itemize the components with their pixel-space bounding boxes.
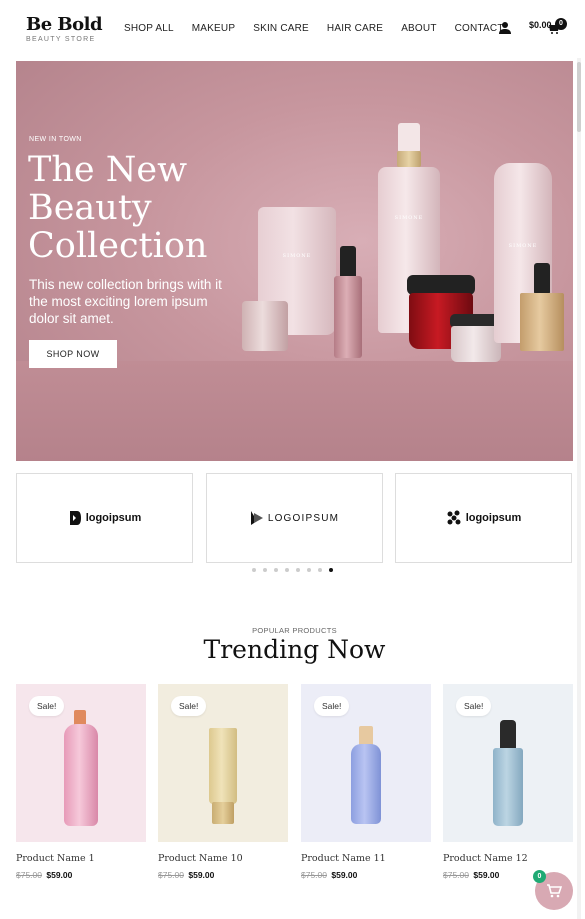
spray-body (351, 744, 381, 824)
dropper-body (493, 748, 523, 826)
product-dropper-bottle-image (334, 246, 362, 358)
cart-total[interactable]: $0.00 (529, 12, 552, 39)
nav-about[interactable]: ABOUT (401, 23, 436, 34)
nav-makeup[interactable]: MAKEUP (192, 23, 235, 34)
nav-contact[interactable]: CONTACT (455, 23, 504, 34)
product-image[interactable]: Sale! (301, 684, 431, 842)
product-brand-label: SIMONE (282, 253, 312, 259)
section-eyebrow: POPULAR PRODUCTS (252, 626, 337, 635)
sale-badge: Sale! (314, 696, 350, 716)
carousel-dot[interactable] (252, 568, 256, 572)
partner-logo-3[interactable]: logoipsum (395, 473, 572, 563)
brand-name: Be Bold (26, 14, 103, 35)
product-card[interactable]: Sale! Product Name 1 $75.00 $59.00 (16, 684, 146, 880)
hero-backdrop (16, 361, 573, 461)
logo-mark-icon (447, 510, 461, 525)
dropper-cap (340, 246, 356, 278)
product-brand-label: SIMONE (394, 215, 424, 221)
product-image[interactable]: Sale! (443, 684, 573, 842)
product-price: $75.00 $59.00 (301, 870, 357, 880)
product-image[interactable]: Sale! (158, 684, 288, 842)
hero-eyebrow: NEW IN TOWN (29, 136, 82, 143)
brand-logo[interactable]: Be Bold BEAUTY STORE (26, 14, 103, 44)
carousel-dot[interactable] (263, 568, 267, 572)
sale-price: $59.00 (473, 870, 500, 880)
sale-price: $59.00 (46, 870, 73, 880)
carousel-dot[interactable] (296, 568, 300, 572)
carousel-dot[interactable] (274, 568, 278, 572)
product-card[interactable]: Sale! Product Name 10 $75.00 $59.00 (158, 684, 288, 880)
partner-logo-2[interactable]: LOGOIPSUM (206, 473, 383, 563)
cart-count-badge: 0 (555, 18, 567, 30)
old-price: $75.00 (16, 870, 42, 880)
gold-dropper-cap (534, 263, 550, 295)
product-jar-image (242, 301, 288, 351)
pump-cap (398, 123, 420, 153)
product-price: $75.00 $59.00 (443, 870, 499, 880)
site-header: Be Bold BEAUTY STORE SHOP ALL MAKEUP SKI… (0, 0, 585, 58)
user-icon[interactable] (498, 21, 512, 35)
product-price: $75.00 $59.00 (16, 870, 72, 880)
sale-price: $59.00 (331, 870, 358, 880)
logo-text: LOGOIPSUM (267, 512, 340, 524)
red-jar-lid (407, 275, 475, 295)
brand-tagline: BEAUTY STORE (26, 36, 96, 43)
nav-shop-all[interactable]: SHOP ALL (124, 23, 174, 34)
scrollbar[interactable] (577, 58, 581, 919)
product-price: $75.00 $59.00 (158, 870, 214, 880)
logo-mark-icon (250, 511, 263, 525)
sale-badge: Sale! (456, 696, 492, 716)
main-nav: SHOP ALL MAKEUP SKIN CARE HAIR CARE ABOU… (124, 23, 522, 34)
partner-logo-1[interactable]: logoipsum (16, 473, 193, 563)
spray-cap (359, 726, 373, 746)
hero-description: This new collection brings with it the m… (29, 277, 222, 326)
old-price: $75.00 (443, 870, 469, 880)
product-card[interactable]: Sale! Product Name 11 $75.00 $59.00 (301, 684, 431, 880)
nav-hair-care[interactable]: HAIR CARE (327, 23, 383, 34)
hero-title: The New Beauty Collection (28, 150, 208, 266)
shop-now-button[interactable]: SHOP NOW (29, 340, 117, 368)
section-title: Trending Now (203, 635, 386, 664)
gold-dropper-body (520, 293, 564, 351)
product-brand-label: SIMONE (508, 243, 538, 249)
tube-body (209, 728, 237, 804)
dropper-body (334, 276, 362, 358)
sale-price: $59.00 (188, 870, 215, 880)
cart-icon (547, 884, 562, 898)
pink-bottle-body (64, 724, 98, 826)
old-price: $75.00 (301, 870, 327, 880)
sale-badge: Sale! (29, 696, 65, 716)
product-gold-dropper-image (520, 263, 564, 351)
nav-skin-care[interactable]: SKIN CARE (253, 23, 309, 34)
product-name[interactable]: Product Name 12 (443, 853, 528, 864)
old-price: $75.00 (158, 870, 184, 880)
product-name[interactable]: Product Name 1 (16, 853, 95, 864)
carousel-dot[interactable] (318, 568, 322, 572)
carousel-dot-active[interactable] (329, 568, 333, 572)
product-name[interactable]: Product Name 10 (158, 853, 243, 864)
pump-collar (397, 151, 421, 167)
product-card[interactable]: Sale! Product Name 12 $75.00 $59.00 (443, 684, 573, 880)
logo-text: logoipsum (465, 512, 522, 524)
tube-cap (212, 802, 234, 824)
carousel-dot[interactable] (285, 568, 289, 572)
scrollbar-thumb[interactable] (577, 62, 581, 132)
product-image[interactable]: Sale! (16, 684, 146, 842)
hero-banner: NEW IN TOWN The New Beauty Collection Th… (16, 61, 573, 461)
sale-badge: Sale! (171, 696, 207, 716)
dropper-cap (500, 720, 516, 750)
product-name[interactable]: Product Name 11 (301, 853, 386, 864)
carousel-dot[interactable] (307, 568, 311, 572)
floating-cart-count: 0 (533, 870, 546, 883)
logo-text: logoipsum (85, 512, 142, 524)
logo-mark-icon (69, 511, 81, 525)
carousel-dots (252, 568, 340, 572)
